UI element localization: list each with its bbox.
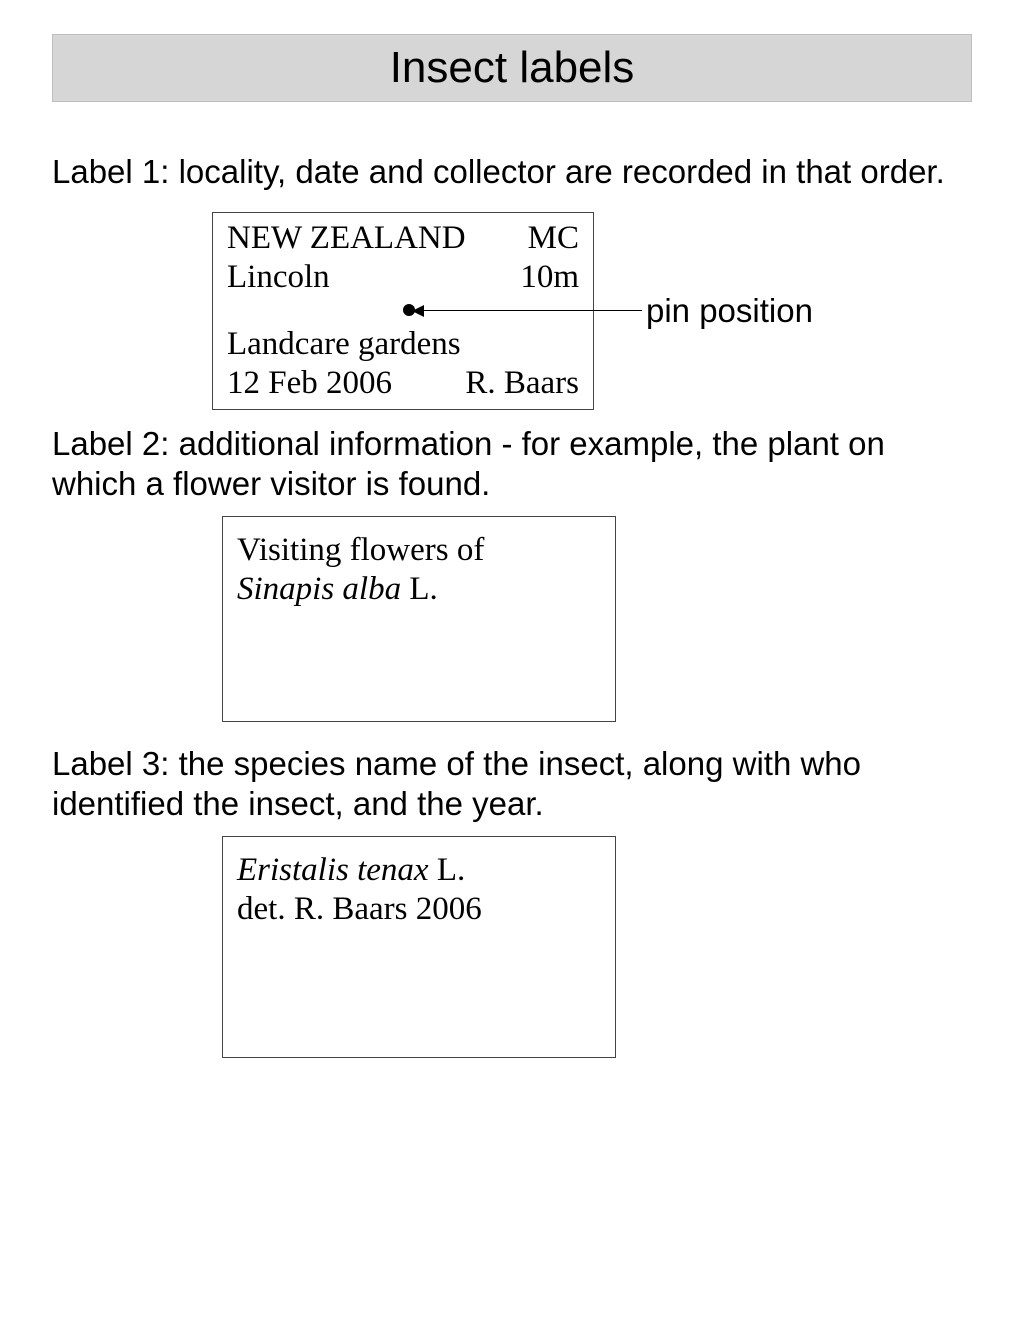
label1-box: NEW ZEALAND MC Lincoln 10m Landcare gard…	[212, 212, 594, 410]
label1-pin-row	[227, 297, 579, 315]
label2-authority: L.	[401, 571, 438, 607]
label1-region-code: MC	[528, 219, 579, 258]
label1-locality: Lincoln	[227, 258, 330, 297]
label1-date: 12 Feb 2006	[227, 364, 392, 403]
pin-arrowhead-icon	[412, 305, 424, 317]
label2-box: Visiting flowers of Sinapis alba L.	[222, 516, 616, 722]
label1-row2: Lincoln 10m	[227, 258, 579, 297]
spacer	[227, 315, 579, 325]
page-title: Insect labels	[52, 34, 972, 102]
pin-caption: pin position	[646, 292, 813, 330]
page: Insect labels Label 1: locality, date an…	[0, 0, 1020, 1320]
label3-line1: Eristalis tenax L.	[237, 851, 601, 890]
label3-box: Eristalis tenax L. det. R. Baars 2006	[222, 836, 616, 1058]
label3-description: Label 3: the species name of the insect,…	[52, 744, 972, 823]
label3-line2: det. R. Baars 2006	[237, 890, 601, 929]
label2-line1: Visiting flowers of	[237, 531, 601, 570]
pin-line-icon	[424, 310, 642, 311]
label3-species: Eristalis tenax	[237, 852, 429, 888]
page-title-text: Insect labels	[390, 43, 635, 93]
label1-description: Label 1: locality, date and collector ar…	[52, 152, 952, 192]
label1-country: NEW ZEALAND	[227, 219, 466, 258]
label1-row4: 12 Feb 2006 R. Baars	[227, 364, 579, 403]
label1-row1: NEW ZEALAND MC	[227, 219, 579, 258]
label1-site: Landcare gardens	[227, 325, 579, 364]
label2-line2: Sinapis alba L.	[237, 570, 601, 609]
label2-description: Label 2: additional information - for ex…	[52, 424, 972, 503]
label1-collector: R. Baars	[465, 364, 579, 403]
label3-authority: L.	[429, 852, 466, 888]
label2-species: Sinapis alba	[237, 571, 401, 607]
label1-elevation: 10m	[520, 258, 579, 297]
